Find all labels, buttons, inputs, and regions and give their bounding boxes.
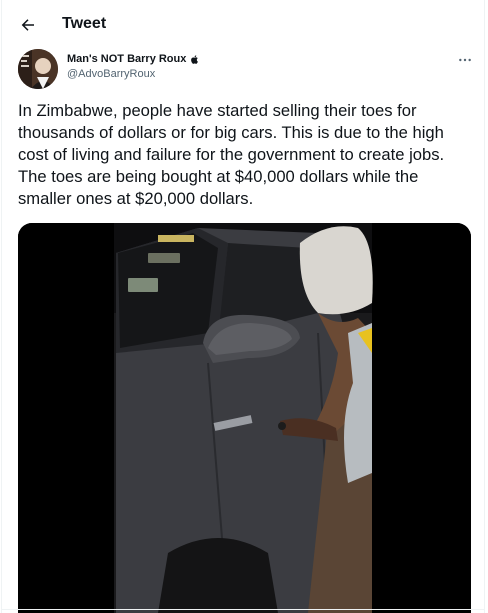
more-horizontal-icon <box>459 58 471 62</box>
tweet-media-video[interactable] <box>18 223 471 613</box>
tweet-column: Tweet Man's NOT Barry Roux @AdvoBarryRou… <box>1 0 485 613</box>
video-frame <box>18 223 471 613</box>
arrow-left-icon <box>21 19 34 31</box>
author-handle[interactable]: @AdvoBarryRoux <box>67 68 155 80</box>
more-options-button[interactable] <box>454 49 476 71</box>
apple-icon <box>191 54 199 64</box>
author-name-row[interactable]: Man's NOT Barry Roux <box>67 53 200 65</box>
author-display-name: Man's NOT Barry Roux <box>67 53 187 65</box>
avatar[interactable] <box>18 49 58 89</box>
divider <box>2 609 484 610</box>
back-button[interactable] <box>16 13 40 37</box>
page-title: Tweet <box>62 15 107 32</box>
avatar-photo <box>18 49 58 89</box>
tweet-header: Tweet <box>2 0 484 50</box>
tweet-text: In Zimbabwe, people have started selling… <box>18 101 445 208</box>
